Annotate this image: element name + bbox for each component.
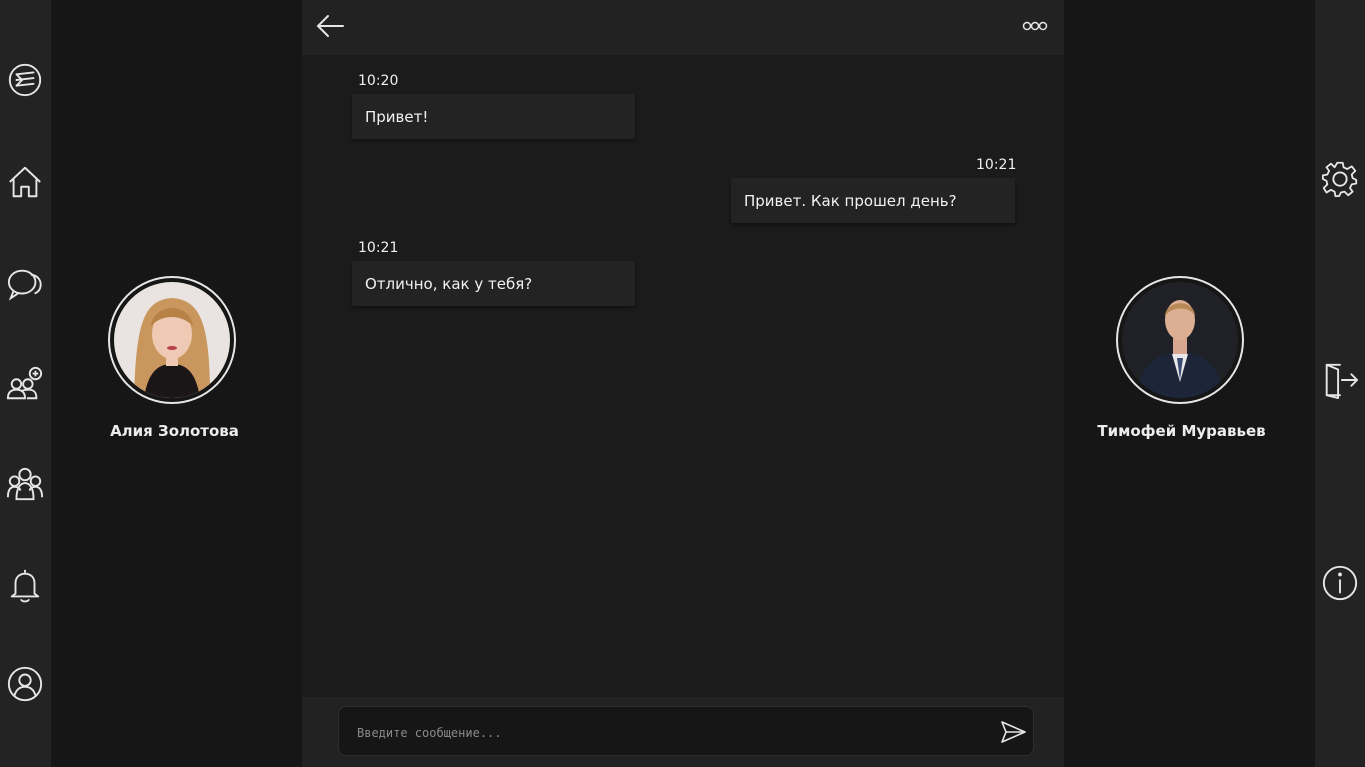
logo-icon xyxy=(8,63,42,97)
right-participant-panel: Тимофей Муравьев xyxy=(1064,0,1315,767)
message-time: 10:21 xyxy=(358,240,399,256)
more-options-button[interactable] xyxy=(1018,16,1050,36)
add-friend-icon xyxy=(6,366,43,400)
home-icon xyxy=(9,166,41,198)
send-icon xyxy=(1001,721,1026,743)
logout-icon xyxy=(1325,363,1359,399)
left-participant-panel: Алия Золотова xyxy=(51,0,302,767)
right-nav-rail xyxy=(1315,0,1365,767)
composer xyxy=(338,706,1034,756)
notifications-button[interactable] xyxy=(5,566,45,606)
more-dots-icon xyxy=(1022,21,1048,31)
avatar xyxy=(1122,282,1238,398)
message-time: 10:20 xyxy=(358,73,399,89)
groups-icon xyxy=(6,467,44,501)
composer-bar xyxy=(302,697,1064,767)
left-nav-rail xyxy=(0,0,51,767)
avatar-image-woman xyxy=(114,282,230,398)
profile-button[interactable] xyxy=(5,664,45,704)
avatar-image-man xyxy=(1122,282,1238,398)
chats-icon xyxy=(7,269,42,301)
message-bubble-outgoing: Привет. Как прошел день? xyxy=(731,178,1015,223)
send-button[interactable] xyxy=(999,719,1027,745)
back-button[interactable] xyxy=(314,12,346,40)
right-avatar-ring[interactable] xyxy=(1116,276,1244,404)
profile-icon xyxy=(7,666,43,702)
avatar xyxy=(114,282,230,398)
message-time: 10:21 xyxy=(976,157,1017,173)
right-participant-name: Тимофей Муравьев xyxy=(1097,422,1266,440)
message-bubble-incoming: Отлично, как у тебя? xyxy=(352,261,635,306)
chat-window: 10:20 Привет! 10:21 Привет. Как прошел д… xyxy=(302,0,1064,767)
message-input[interactable] xyxy=(355,721,979,745)
left-participant-name: Алия Золотова xyxy=(110,422,239,440)
chats-button[interactable] xyxy=(5,264,45,304)
home-button[interactable] xyxy=(5,162,45,202)
groups-button[interactable] xyxy=(5,464,45,504)
logout-button[interactable] xyxy=(1320,360,1360,400)
settings-button[interactable] xyxy=(1320,160,1360,200)
arrow-left-icon xyxy=(316,15,344,37)
bell-icon xyxy=(10,569,40,603)
chat-header xyxy=(302,0,1064,55)
logo-button[interactable] xyxy=(5,60,45,100)
add-friend-button[interactable] xyxy=(5,364,45,404)
gear-icon xyxy=(1321,161,1358,198)
info-button[interactable] xyxy=(1320,563,1360,603)
message-bubble-incoming: Привет! xyxy=(352,94,635,139)
info-icon xyxy=(1322,565,1358,601)
left-avatar-ring[interactable] xyxy=(108,276,236,404)
